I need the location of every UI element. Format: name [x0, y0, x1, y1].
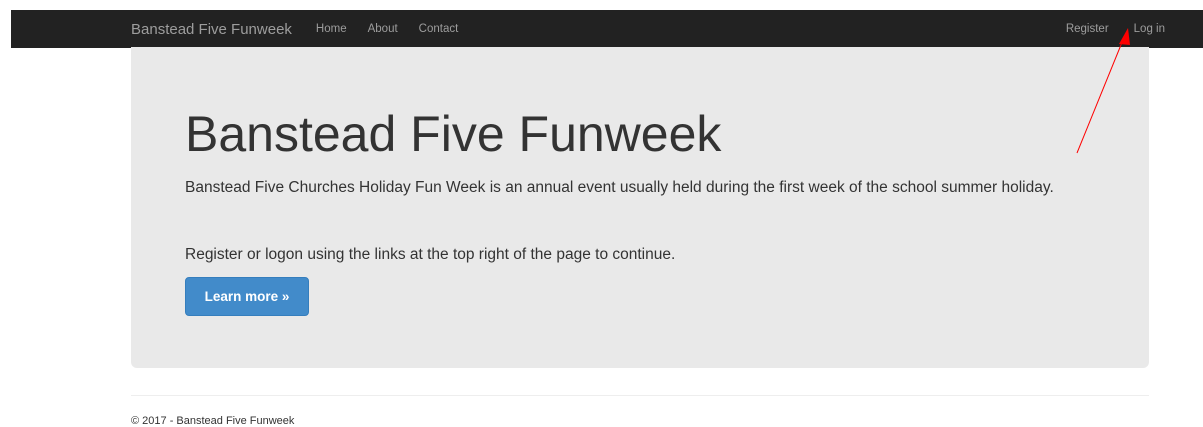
hero-title: Banstead Five Funweek	[185, 106, 722, 162]
footer-divider	[131, 395, 1149, 396]
register-link[interactable]: Register	[1066, 23, 1109, 35]
nav-link-about[interactable]: About	[368, 23, 398, 35]
nav-link-home[interactable]: Home	[316, 23, 347, 35]
hero-instructions: Register or logon using the links at the…	[185, 246, 676, 263]
top-navbar: Banstead Five Funweek Home About Contact…	[11, 10, 1203, 48]
hero-jumbotron: Banstead Five Funweek Banstead Five Chur…	[131, 47, 1149, 368]
learn-more-button[interactable]: Learn more »	[185, 277, 309, 316]
navbar-left-group: Banstead Five Funweek Home About Contact	[131, 10, 479, 48]
login-link[interactable]: Log in	[1134, 23, 1165, 35]
hero-description: Banstead Five Churches Holiday Fun Week …	[185, 179, 1054, 196]
footer-copyright: © 2017 - Banstead Five Funweek	[131, 415, 295, 427]
navbar-right-group: Register Log in	[1041, 10, 1165, 48]
brand-link[interactable]: Banstead Five Funweek	[131, 21, 292, 38]
nav-link-contact[interactable]: Contact	[419, 23, 459, 35]
